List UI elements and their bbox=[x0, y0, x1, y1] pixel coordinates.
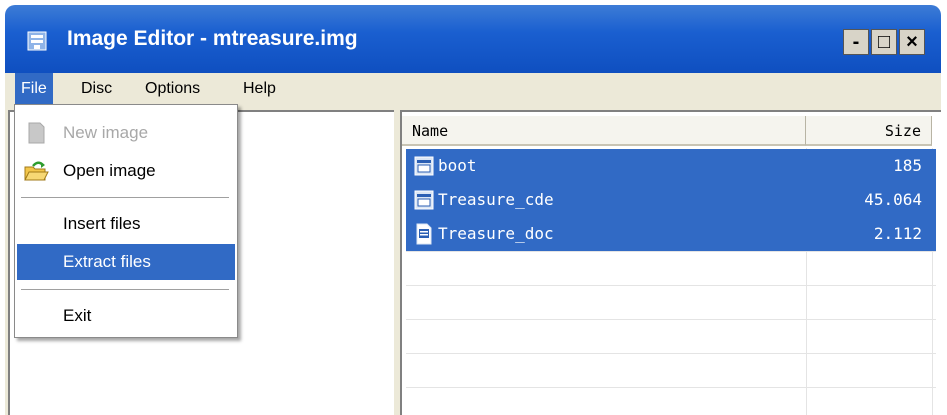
file-name: Treasure_doc bbox=[438, 224, 554, 243]
close-button[interactable]: × bbox=[899, 29, 925, 55]
menu-item-extract-files[interactable]: Extract files bbox=[17, 244, 235, 280]
grid-line bbox=[406, 353, 936, 354]
file-name-cell: boot bbox=[414, 149, 477, 183]
file-name-cell: Treasure_doc bbox=[414, 217, 554, 251]
title-bar[interactable]: Image Editor - mtreasure.img - □ × bbox=[5, 5, 941, 73]
open-folder-icon bbox=[24, 161, 49, 181]
table-row[interactable]: boot 185 bbox=[406, 149, 936, 183]
grid-line bbox=[406, 285, 936, 286]
menu-item-label: New image bbox=[63, 123, 149, 142]
menu-file[interactable]: File bbox=[15, 73, 53, 104]
grid-line bbox=[406, 387, 936, 388]
column-header-name[interactable]: Name bbox=[402, 116, 806, 146]
menu-bar: File Disc Options Help bbox=[5, 73, 941, 104]
column-header-size[interactable]: Size bbox=[806, 116, 932, 146]
window-title: Image Editor - mtreasure.img bbox=[67, 27, 358, 50]
table-row[interactable]: Treasure_doc 2.112 bbox=[406, 217, 936, 251]
menu-item-exit[interactable]: Exit bbox=[17, 298, 235, 334]
new-image-icon bbox=[28, 122, 45, 144]
grid-line bbox=[406, 319, 936, 320]
menu-item-label: Open image bbox=[63, 161, 156, 180]
menu-item-label: Exit bbox=[63, 306, 92, 325]
file-size: 185 bbox=[893, 156, 922, 175]
grid-line bbox=[406, 251, 936, 252]
menu-item-new-image[interactable]: New image bbox=[17, 115, 235, 151]
menu-item-insert-files[interactable]: Insert files bbox=[17, 206, 235, 242]
file-menu-dropdown: New image Open image Insert files Extrac… bbox=[14, 104, 238, 338]
menu-item-open-image[interactable]: Open image bbox=[17, 153, 235, 189]
app-icon bbox=[27, 31, 47, 51]
file-name: Treasure_cde bbox=[438, 190, 554, 209]
executable-file-icon bbox=[414, 190, 434, 210]
document-file-icon bbox=[416, 223, 432, 245]
menu-disc[interactable]: Disc bbox=[75, 73, 118, 104]
menu-options[interactable]: Options bbox=[139, 73, 206, 104]
menu-help[interactable]: Help bbox=[237, 73, 282, 104]
file-name-cell: Treasure_cde bbox=[414, 183, 554, 217]
file-list-pane[interactable]: Name Size boot 185 Treasure_cde 45.064 T… bbox=[400, 110, 941, 415]
file-size: 2.112 bbox=[873, 224, 922, 243]
file-name: boot bbox=[438, 156, 477, 175]
file-size: 45.064 bbox=[864, 190, 922, 209]
maximize-button[interactable]: □ bbox=[871, 29, 897, 55]
table-row[interactable]: Treasure_cde 45.064 bbox=[406, 183, 936, 217]
menu-separator bbox=[21, 289, 229, 291]
minimize-button[interactable]: - bbox=[843, 29, 869, 55]
menu-item-label: Insert files bbox=[63, 214, 141, 233]
menu-separator bbox=[21, 197, 229, 199]
menu-item-label: Extract files bbox=[63, 252, 151, 271]
executable-file-icon bbox=[414, 156, 434, 176]
